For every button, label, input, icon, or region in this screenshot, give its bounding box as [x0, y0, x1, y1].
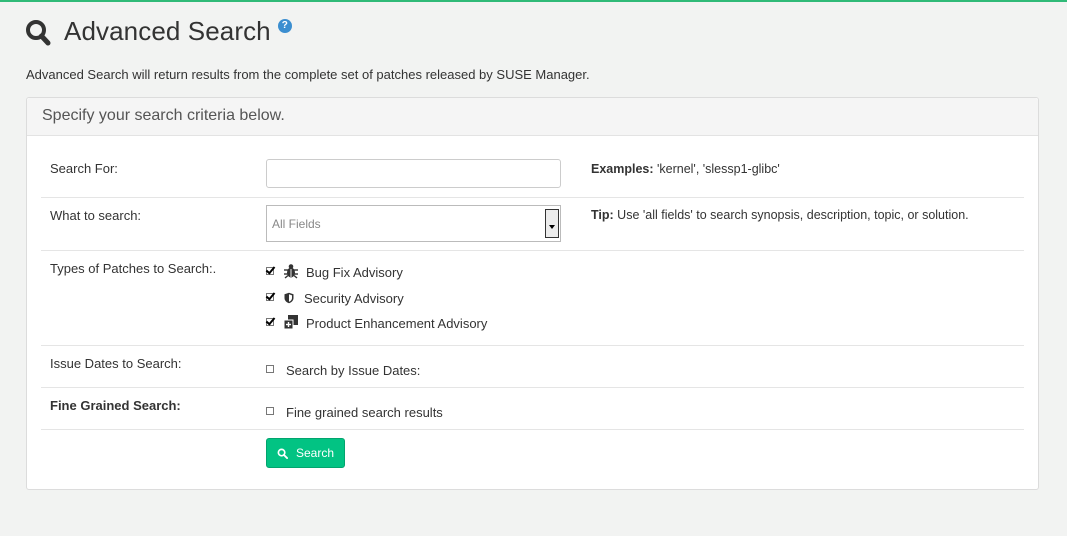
bug-icon	[284, 263, 298, 279]
security-label: Security Advisory	[304, 291, 404, 306]
page-title: Advanced Search	[64, 16, 271, 46]
patch-types-row: Types of Patches to Search:. Bug Fix Adv…	[41, 251, 1024, 346]
search-button[interactable]: Search	[266, 438, 345, 468]
what-to-search-row: What to search: All Fields Tip: Use 'all…	[41, 198, 1024, 251]
enhancement-checkbox[interactable]	[266, 317, 274, 326]
enhancement-icon	[283, 314, 298, 329]
examples-text: 'kernel', 'slessp1-glibc'	[653, 162, 780, 176]
fine-grained-checkbox[interactable]	[266, 406, 274, 415]
select-value: All Fields	[272, 217, 321, 231]
fine-grained-row: Fine Grained Search: Fine grained search…	[41, 388, 1024, 430]
fine-grained-option[interactable]: Fine grained search results	[266, 405, 443, 420]
top-accent-line	[0, 0, 1067, 2]
issue-dates-checkbox[interactable]	[266, 364, 274, 373]
bug-fix-option[interactable]: Bug Fix Advisory	[266, 263, 403, 280]
page-header: Advanced Search ?	[25, 14, 292, 54]
examples-hint: Examples: 'kernel', 'slessp1-glibc'	[591, 162, 780, 176]
panel-heading: Specify your search criteria below.	[27, 98, 1038, 136]
fine-grained-option-label: Fine grained search results	[286, 405, 443, 420]
bug-fix-checkbox[interactable]	[266, 266, 274, 275]
issue-dates-label: Issue Dates to Search:	[50, 356, 182, 371]
chevron-down-icon[interactable]	[545, 209, 559, 238]
tip-hint: Tip: Use 'all fields' to search synopsis…	[591, 208, 969, 222]
what-to-search-label: What to search:	[50, 208, 142, 223]
examples-label: Examples:	[591, 162, 654, 176]
patch-types-label: Types of Patches to Search:.	[50, 261, 217, 276]
tip-text: Use 'all fields' to search synopsis, des…	[613, 208, 969, 222]
enhancement-option[interactable]: Product Enhancement Advisory	[266, 314, 488, 331]
search-button-label: Search	[295, 446, 335, 460]
tip-label: Tip:	[591, 208, 614, 222]
issue-dates-option[interactable]: Search by Issue Dates:	[266, 363, 420, 378]
fine-grained-label: Fine Grained Search:	[50, 398, 181, 413]
search-icon	[26, 20, 51, 46]
search-panel: Specify your search criteria below. Sear…	[26, 97, 1039, 490]
shield-icon	[284, 292, 294, 303]
security-option[interactable]: Security Advisory	[266, 291, 404, 306]
issue-dates-option-label: Search by Issue Dates:	[286, 363, 421, 378]
page-description: Advanced Search will return results from…	[26, 67, 590, 82]
security-checkbox[interactable]	[266, 292, 274, 301]
search-for-input[interactable]	[266, 159, 561, 188]
what-to-search-select[interactable]: All Fields	[266, 205, 561, 242]
enhancement-label: Product Enhancement Advisory	[306, 316, 488, 331]
search-icon	[277, 448, 288, 459]
issue-dates-row: Issue Dates to Search: Search by Issue D…	[41, 346, 1024, 388]
help-icon[interactable]: ?	[277, 19, 292, 33]
bug-fix-label: Bug Fix Advisory	[306, 265, 403, 280]
search-for-row: Search For: Examples: 'kernel', 'slessp1…	[41, 136, 1024, 198]
search-for-label: Search For:	[50, 161, 118, 176]
